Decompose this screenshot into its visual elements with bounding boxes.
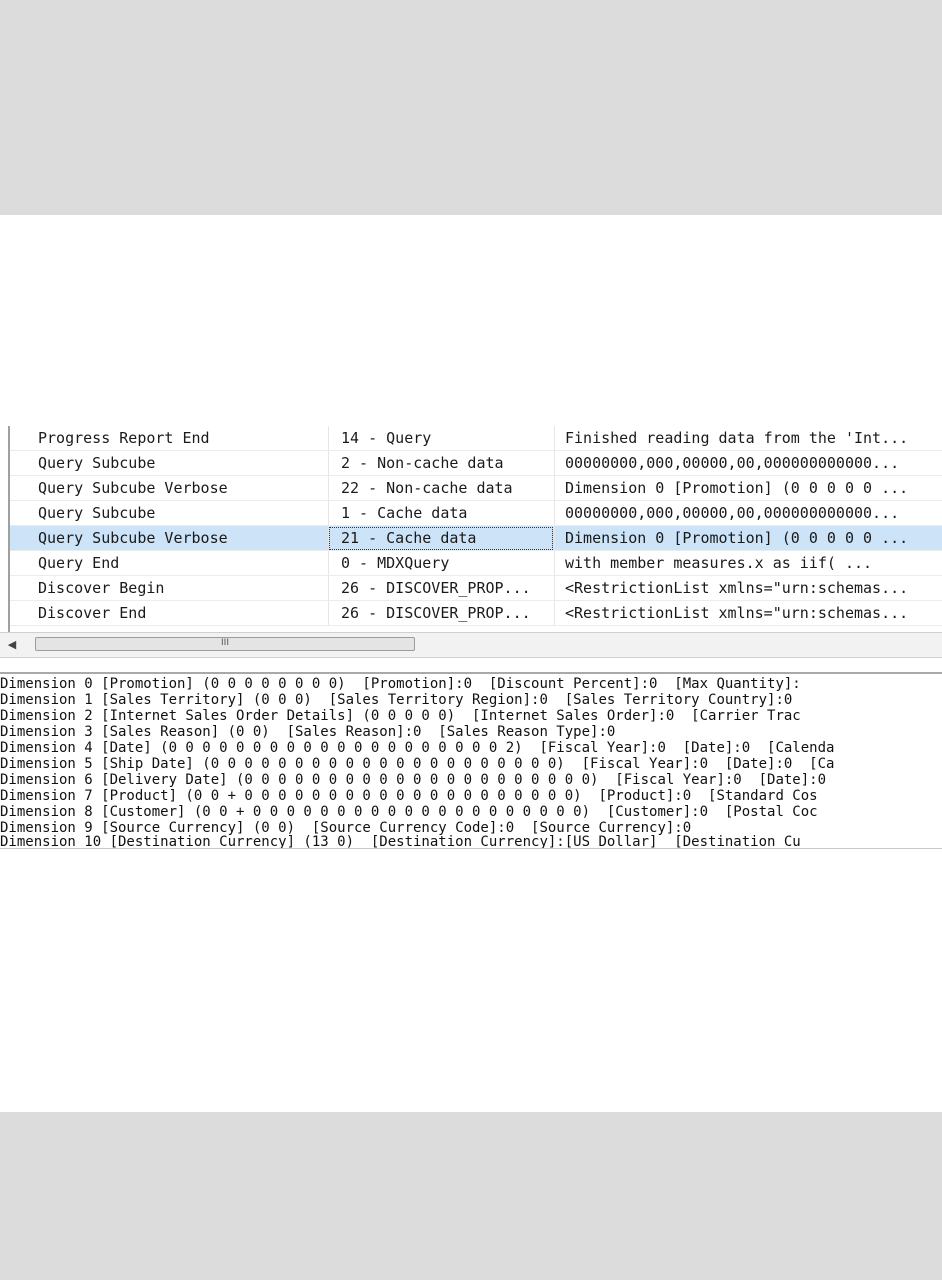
event-subclass-cell: 2 - Non-cache data	[328, 451, 554, 476]
left-arrow-icon[interactable]: ◀	[4, 637, 20, 653]
top-background-band	[0, 0, 942, 215]
table-row[interactable]: Query Subcube 2 - Non-cache data 0000000…	[10, 451, 942, 476]
table-row[interactable]: Query End 0 - MDXQuery with member measu…	[10, 551, 942, 576]
detail-text-pane[interactable]: Dimension 0 [Promotion] (0 0 0 0 0 0 0 0…	[0, 674, 942, 850]
detail-line: Dimension 3 [Sales Reason] (0 0) [Sales …	[0, 724, 616, 740]
row-divider	[10, 625, 942, 626]
event-subclass-cell: 1 - Cache data	[328, 501, 554, 526]
pane-bottom-border	[0, 848, 942, 849]
horizontal-scrollbar[interactable]: ◀ III	[0, 632, 942, 658]
event-class-cell: Query Subcube	[38, 504, 156, 522]
event-class-cell: Progress Report End	[38, 429, 210, 447]
event-subclass-cell-focused: 21 - Cache data	[328, 526, 554, 551]
event-class-cell: Discover End	[38, 604, 147, 622]
detail-line: Dimension 7 [Product] (0 0 + 0 0 0 0 0 0…	[0, 788, 818, 804]
event-subclass-cell: 26 - DISCOVER_PROP...	[328, 576, 554, 601]
detail-line: Dimension 8 [Customer] (0 0 + 0 0 0 0 0 …	[0, 804, 818, 820]
table-row[interactable]: Query Subcube 1 - Cache data 00000000,00…	[10, 501, 942, 526]
table-row-selected[interactable]: Query Subcube Verbose 21 - Cache data Di…	[10, 526, 942, 551]
event-class-cell: Discover Begin	[38, 579, 165, 597]
text-data-cell: 00000000,000,00000,00,000000000000...	[554, 501, 942, 526]
text-data-cell: Dimension 0 [Promotion] (0 0 0 0 0 ...	[554, 526, 942, 551]
event-class-cell: Query Subcube Verbose	[38, 479, 228, 497]
bottom-background-band	[0, 1112, 942, 1280]
event-subclass-cell: 26 - DISCOVER_PROP...	[328, 601, 554, 626]
table-row[interactable]: Discover End 26 - DISCOVER_PROP... <Rest…	[10, 601, 942, 626]
detail-line: Dimension 2 [Internet Sales Order Detail…	[0, 708, 801, 724]
text-data-cell: Dimension 0 [Promotion] (0 0 0 0 0 ...	[554, 476, 942, 501]
detail-line: Dimension 0 [Promotion] (0 0 0 0 0 0 0 0…	[0, 676, 801, 692]
scrollbar-thumb[interactable]: III	[35, 637, 415, 651]
event-subclass-cell: 0 - MDXQuery	[328, 551, 554, 576]
table-row[interactable]: Progress Report End 14 - Query Finished …	[10, 426, 942, 451]
event-class-cell: Query End	[38, 554, 120, 572]
detail-line: Dimension 4 [Date] (0 0 0 0 0 0 0 0 0 0 …	[0, 740, 835, 756]
detail-line: Dimension 1 [Sales Territory] (0 0 0) [S…	[0, 692, 793, 708]
text-data-cell: with member measures.x as iif( ...	[554, 551, 942, 576]
detail-line: Dimension 5 [Ship Date] (0 0 0 0 0 0 0 0…	[0, 756, 835, 772]
event-class-cell: Query Subcube	[38, 454, 156, 472]
table-row[interactable]: Query Subcube Verbose 22 - Non-cache dat…	[10, 476, 942, 501]
text-data-cell: <RestrictionList xmlns="urn:schemas...	[554, 601, 942, 626]
text-data-cell: <RestrictionList xmlns="urn:schemas...	[554, 576, 942, 601]
event-subclass-cell: 14 - Query	[328, 426, 554, 451]
text-data-cell: 00000000,000,00000,00,000000000000...	[554, 451, 942, 476]
text-data-cell: Finished reading data from the 'Int...	[554, 426, 942, 451]
table-row[interactable]: Discover Begin 26 - DISCOVER_PROP... <Re…	[10, 576, 942, 601]
event-class-cell: Query Subcube Verbose	[38, 529, 228, 547]
detail-line: Dimension 6 [Delivery Date] (0 0 0 0 0 0…	[0, 772, 827, 788]
trace-events-grid: Progress Report End 14 - Query Finished …	[0, 426, 942, 632]
event-subclass-cell: 22 - Non-cache data	[328, 476, 554, 501]
